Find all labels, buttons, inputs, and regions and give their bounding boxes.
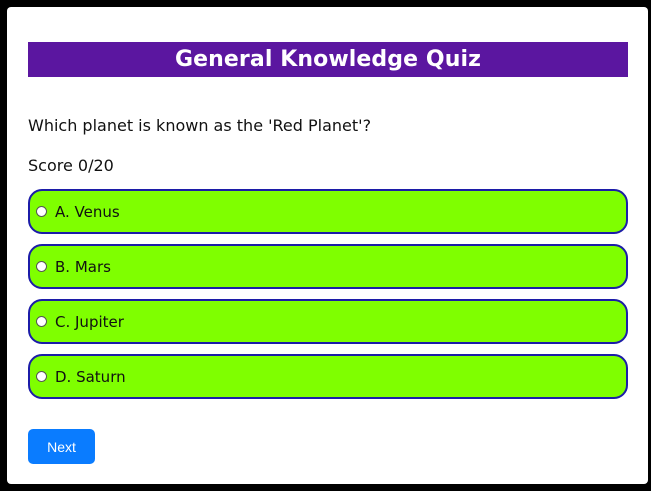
radio-button-c[interactable]: [36, 316, 47, 327]
answer-options: A. Venus B. Mars C. Jupiter D. Saturn: [28, 189, 628, 409]
option-label-c: C. Jupiter: [55, 312, 124, 331]
radio-button-a[interactable]: [36, 206, 47, 217]
option-label-a: A. Venus: [55, 202, 120, 221]
option-label-b: B. Mars: [55, 257, 111, 276]
title-bar: General Knowledge Quiz: [28, 42, 628, 77]
quiz-card: General Knowledge Quiz Which planet is k…: [7, 7, 648, 484]
option-a[interactable]: A. Venus: [28, 189, 628, 234]
next-button[interactable]: Next: [28, 429, 95, 464]
option-label-d: D. Saturn: [55, 367, 126, 386]
radio-button-b[interactable]: [36, 261, 47, 272]
option-b[interactable]: B. Mars: [28, 244, 628, 289]
option-d[interactable]: D. Saturn: [28, 354, 628, 399]
page-title: General Knowledge Quiz: [174, 47, 482, 72]
question-text: Which planet is known as the 'Red Planet…: [28, 116, 372, 135]
radio-button-d[interactable]: [36, 371, 47, 382]
option-c[interactable]: C. Jupiter: [28, 299, 628, 344]
score-text: Score 0/20: [28, 156, 114, 175]
